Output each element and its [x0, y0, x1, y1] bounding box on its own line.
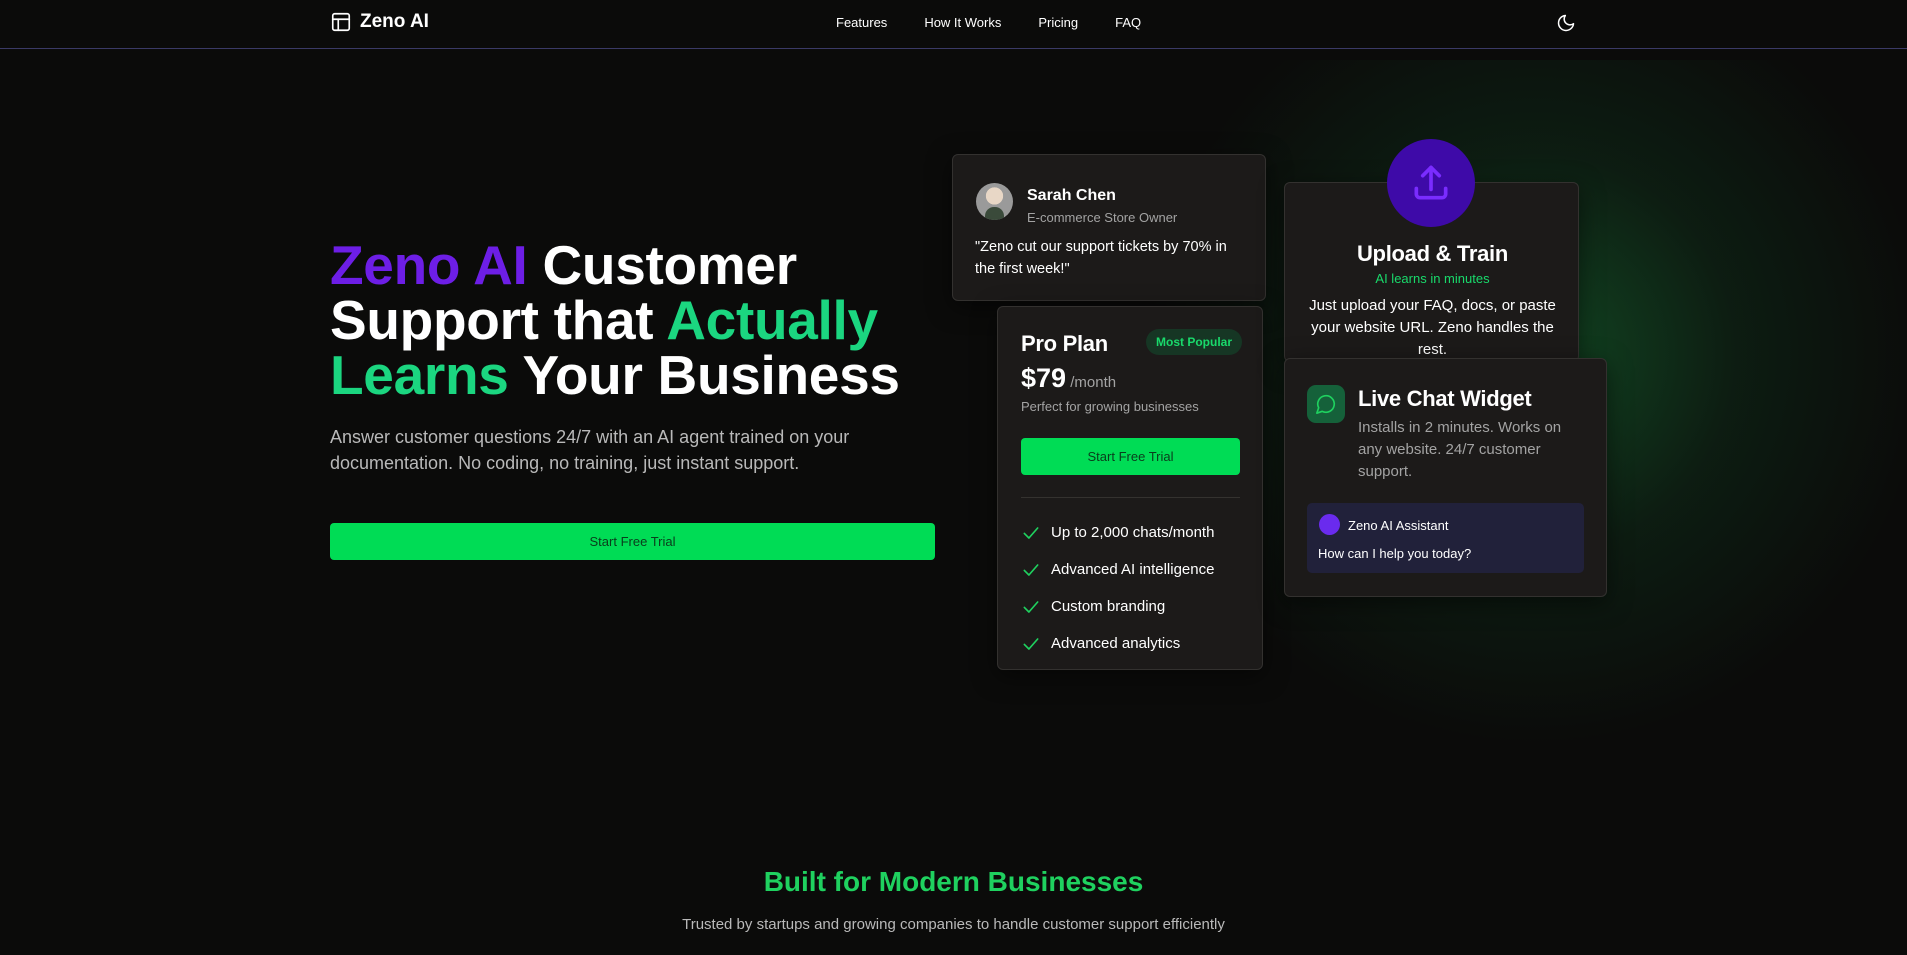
brand-name: Zeno AI [360, 11, 429, 32]
feature-list: Up to 2,000 chats/month Advanced AI inte… [1021, 514, 1214, 662]
plan-start-trial-button[interactable]: Start Free Trial [1021, 438, 1240, 475]
nav-link-features[interactable]: Features [836, 15, 887, 30]
assistant-name: Zeno AI Assistant [1348, 518, 1449, 533]
moon-icon[interactable] [1556, 13, 1576, 33]
upload-badge [1387, 139, 1475, 227]
chat-icon-badge [1307, 385, 1345, 423]
plan-name: Pro Plan [1021, 331, 1108, 356]
assistant-avatar [1319, 514, 1340, 535]
feature-label: Custom branding [1051, 598, 1166, 615]
feature-label: Advanced analytics [1051, 635, 1181, 652]
nav-link-pricing[interactable]: Pricing [1038, 15, 1078, 30]
layout-icon [331, 12, 351, 32]
divider [1021, 497, 1240, 498]
list-item: Advanced analytics [1021, 625, 1214, 662]
section-title: Built for Modern Businesses [763, 866, 1144, 897]
feature-label: Advanced AI intelligence [1051, 561, 1215, 578]
check-icon [1023, 526, 1039, 539]
popular-badge: Most Popular [1146, 329, 1243, 355]
nav-links: Features How It Works Pricing FAQ [836, 15, 1178, 30]
hero-title: Zeno AI Customer Support that Actually L… [330, 238, 950, 403]
plan-description: Perfect for growing businesses [1021, 399, 1199, 414]
feature-label: Up to 2,000 chats/month [1051, 524, 1215, 541]
list-item: Advanced AI intelligence [1021, 551, 1214, 588]
plan-price: $79 /month [1021, 363, 1116, 394]
upload-description: Just upload your FAQ, docs, or paste you… [1309, 297, 1556, 358]
list-item: Up to 2,000 chats/month [1021, 514, 1214, 551]
upload-subtitle: AI learns in minutes [1375, 271, 1490, 286]
check-icon [1023, 600, 1039, 613]
testimonial-card: Sarah Chen E-commerce Store Owner "Zeno … [952, 154, 1266, 301]
check-icon [1023, 637, 1039, 650]
list-item: Custom branding [1021, 588, 1214, 625]
live-chat-card: Live Chat Widget Installs in 2 minutes. … [1284, 358, 1607, 597]
hero-subtitle: Answer customer questions 24/7 with an A… [330, 427, 850, 473]
testimonial-quote: "Zeno cut our support tickets by 70% in … [975, 239, 1227, 277]
nav-link-faq[interactable]: FAQ [1115, 15, 1141, 30]
chat-title: Live Chat Widget [1358, 386, 1532, 411]
price-period: /month [1066, 374, 1117, 391]
chat-description: Installs in 2 minutes. Works on any webs… [1358, 419, 1562, 480]
section-subtitle: Trusted by startups and growing companie… [682, 916, 1225, 933]
upload-title: Upload & Train [1356, 241, 1509, 266]
top-nav: Zeno AI Features How It Works Pricing FA… [0, 0, 1907, 49]
testimonial-name: Sarah Chen [1027, 187, 1116, 204]
hero-title-end: Your Business [508, 344, 900, 406]
message-circle-icon [1316, 394, 1336, 414]
avatar [976, 183, 1013, 220]
upload-icon [1414, 165, 1448, 200]
nav-link-how-it-works[interactable]: How It Works [924, 15, 1001, 30]
check-icon [1023, 563, 1039, 576]
testimonial-role: E-commerce Store Owner [1027, 210, 1178, 225]
brand-logo[interactable]: Zeno AI [330, 11, 429, 33]
price-amount: $79 [1021, 363, 1067, 393]
assistant-message: How can I help you today? [1318, 546, 1472, 561]
hero-start-trial-button[interactable]: Start Free Trial [330, 523, 935, 560]
pricing-card: Pro Plan Most Popular $79 /month Perfect… [997, 306, 1263, 670]
chat-widget-preview[interactable]: Zeno AI Assistant How can I help you tod… [1307, 503, 1584, 573]
hero-title-brand: Zeno AI [330, 234, 528, 296]
